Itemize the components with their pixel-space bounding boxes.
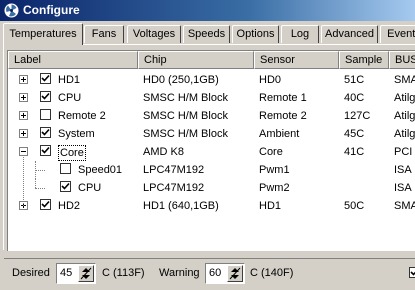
row-checkbox[interactable] [40, 109, 51, 120]
column-header-bus[interactable]: BUS [389, 51, 415, 69]
row-chip: HD0 (250,1GB) [143, 74, 219, 86]
tree-line [23, 155, 24, 206]
column-header-sensor[interactable]: Sensor [254, 51, 339, 69]
row-chip: AMD K8 [143, 146, 184, 158]
warning-value[interactable]: 60 [209, 267, 221, 279]
row-sensor: Pwm1 [259, 164, 290, 176]
spin-arrows-icon[interactable] [78, 265, 94, 282]
row-sensor: Core [259, 146, 283, 158]
row-label[interactable]: HD2 [58, 199, 80, 213]
row-chip: SMSC H/M Block [143, 92, 228, 104]
row-bus: Atilgan [394, 128, 415, 140]
row-label[interactable]: Core [58, 145, 86, 161]
warning-label: Warning [159, 267, 200, 279]
expand-icon[interactable] [19, 75, 28, 84]
column-header-label[interactable]: Label [8, 51, 138, 69]
tree-line [35, 179, 36, 188]
tab-temperatures[interactable]: Temperatures [3, 23, 83, 45]
row-bus: Atilgan [394, 110, 415, 122]
tree-row[interactable]: CPU SMSC H/M Block Remote 1 40C Atilgan [8, 89, 415, 107]
tree-row[interactable]: HD2 HD1 (640,1GB) HD1 50C SMART [8, 197, 415, 215]
row-chip: LPC47M192 [143, 182, 205, 194]
row-checkbox[interactable] [40, 145, 51, 156]
tab-fans[interactable]: Fans [84, 25, 124, 43]
list-header: Label Chip Sensor Sample BUS [8, 51, 415, 69]
tree-row[interactable]: Core AMD K8 Core 41C PCI [8, 143, 415, 161]
row-chip: SMSC H/M Block [143, 128, 228, 140]
desired-unit: C (113F) [102, 267, 145, 279]
row-checkbox[interactable] [40, 91, 51, 102]
row-sensor: HD0 [259, 74, 282, 86]
row-sample: 127C [344, 110, 371, 122]
desired-spinbox[interactable]: 45 [56, 263, 96, 284]
row-label[interactable]: HD1 [58, 73, 80, 87]
expand-icon[interactable] [19, 93, 28, 102]
row-sensor: HD1 [259, 200, 282, 212]
expand-icon[interactable] [19, 129, 28, 138]
row-sample: 51C [344, 74, 365, 86]
desired-value[interactable]: 45 [60, 267, 72, 279]
tree-line [35, 170, 45, 171]
fan-icon [4, 3, 19, 18]
tab-strip: Temperatures Fans Voltages Speeds Option… [3, 23, 415, 45]
tab-options[interactable]: Options [232, 25, 279, 43]
row-sample: 50C [344, 200, 365, 212]
tree-row[interactable]: Speed01 LPC47M192 Pwm1 ISA [8, 161, 415, 179]
window-title: Configure [23, 3, 80, 17]
row-label[interactable]: CPU [78, 181, 101, 195]
tab-advanced[interactable]: Advanced [321, 25, 378, 43]
row-bus: SMART [394, 200, 415, 212]
title-bar[interactable]: Configure [0, 0, 415, 21]
row-bus: PCI [394, 146, 413, 158]
row-checkbox[interactable] [60, 163, 71, 174]
tree-line [35, 188, 45, 189]
row-bus: ISA [394, 182, 412, 194]
row-sensor: Ambient [259, 128, 300, 140]
threshold-bar: Desired 45 C (113F) Warning 60 C (140F) [4, 258, 415, 287]
tree-row[interactable]: HD1 HD0 (250,1GB) HD0 51C SMART [8, 71, 415, 89]
row-label[interactable]: System [58, 127, 95, 141]
tab-events[interactable]: Events [380, 25, 415, 43]
row-label[interactable]: CPU [58, 91, 81, 105]
row-label[interactable]: Remote 2 [58, 109, 106, 123]
row-sample: 40C [344, 92, 365, 104]
checkbox[interactable] [409, 267, 415, 278]
row-sample: 41C [344, 146, 365, 158]
row-chip: SMSC H/M Block [143, 110, 228, 122]
row-label[interactable]: Speed01 [78, 163, 122, 177]
tab-speeds[interactable]: Speeds [183, 25, 230, 43]
column-header-chip[interactable]: Chip [138, 51, 254, 69]
row-bus: SMART [394, 74, 415, 86]
sensor-list[interactable]: Label Chip Sensor Sample BUS HD1 HD0 (250… [7, 50, 415, 251]
tab-voltages[interactable]: Voltages [127, 25, 181, 43]
row-checkbox[interactable] [40, 73, 51, 84]
row-sensor: Remote 2 [259, 110, 307, 122]
tree-row[interactable]: Remote 2 SMSC H/M Block Remote 2 127C Atilga… [8, 107, 415, 125]
tab-log[interactable]: Log [281, 25, 319, 43]
desired-label: Desired [12, 267, 50, 279]
row-sample: 45C [344, 128, 365, 140]
row-chip: LPC47M192 [143, 164, 205, 176]
row-sensor: Remote 1 [259, 92, 307, 104]
row-bus: ISA [394, 164, 412, 176]
row-checkbox[interactable] [40, 127, 51, 138]
row-bus: Atilgan [394, 92, 415, 104]
row-checkbox[interactable] [60, 181, 71, 192]
expand-icon[interactable] [19, 111, 28, 120]
spin-arrows-icon[interactable] [227, 265, 243, 282]
column-header-sample[interactable]: Sample [339, 51, 389, 69]
row-sensor: Pwm2 [259, 182, 290, 194]
warning-unit: C (140F) [250, 267, 294, 279]
tree-row[interactable]: CPU LPC47M192 Pwm2 ISA [8, 179, 415, 197]
row-chip: HD1 (640,1GB) [143, 200, 219, 212]
row-checkbox[interactable] [40, 199, 51, 210]
tree-row[interactable]: System SMSC H/M Block Ambient 45C Atilgan [8, 125, 415, 143]
warning-spinbox[interactable]: 60 [205, 263, 245, 284]
